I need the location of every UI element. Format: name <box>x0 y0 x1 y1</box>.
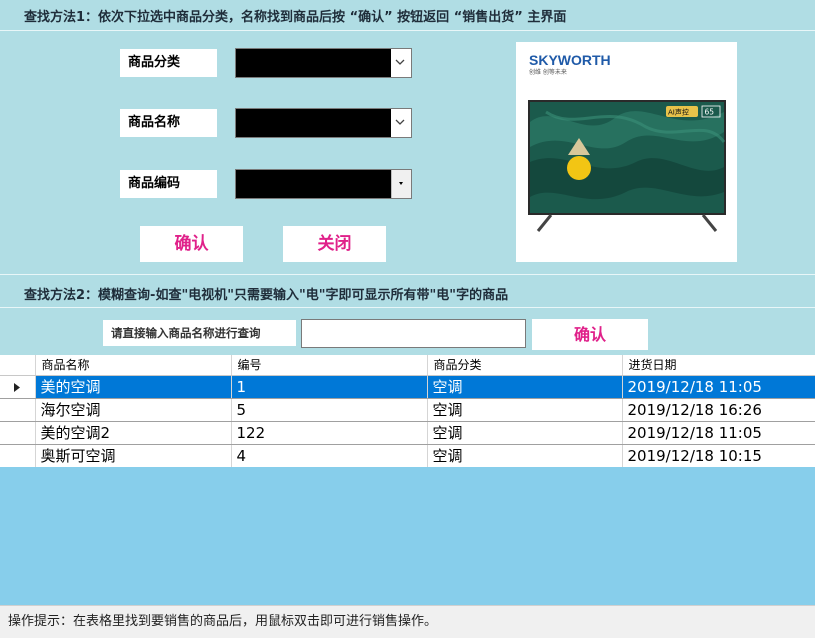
row-selector[interactable] <box>0 398 36 422</box>
cell-name[interactable]: 奥斯可空调 <box>35 444 232 468</box>
cell-name[interactable]: 美的空调2 <box>35 421 232 445</box>
search-method2-hint: 查找方法2：模糊查询-如查"电视机"只需要输入"电"字即可显示所有带"电"字的商… <box>24 288 509 303</box>
chevron-down-icon[interactable] <box>391 49 411 77</box>
table-row[interactable]: 奥斯可空调 4 空调 2019/12/18 10:15 <box>0 444 815 468</box>
cell-date[interactable]: 2019/12/18 11:05 <box>622 421 815 445</box>
cell-category[interactable]: 空调 <box>427 398 623 422</box>
cell-code[interactable]: 122 <box>231 421 428 445</box>
size-badge: 65 <box>705 108 715 117</box>
product-grid[interactable]: 商品名称 编号 商品分类 进货日期 美的空调 1 空调 2019/12/18 1… <box>0 355 815 468</box>
caret-down-icon[interactable] <box>391 170 411 198</box>
cell-code[interactable]: 1 <box>231 375 428 399</box>
column-header-code[interactable]: 编号 <box>231 355 428 376</box>
category-label: 商品分类 <box>120 49 217 77</box>
fuzzy-search-label: 请直接输入商品名称进行查询 <box>103 320 296 346</box>
column-header-category[interactable]: 商品分类 <box>427 355 623 376</box>
cell-name[interactable]: 美的空调 <box>35 375 232 399</box>
divider <box>0 307 815 308</box>
row-header-corner <box>0 355 36 376</box>
cell-category[interactable]: 空调 <box>427 375 623 399</box>
ai-badge-text: AI声控 <box>668 108 689 117</box>
row-selector[interactable] <box>0 421 36 445</box>
cell-category[interactable]: 空调 <box>427 421 623 445</box>
grid-header-row: 商品名称 编号 商品分类 进货日期 <box>0 355 815 376</box>
divider <box>0 30 815 31</box>
cell-date[interactable]: 2019/12/18 10:15 <box>622 444 815 468</box>
current-row-icon <box>14 382 21 392</box>
search-method1-hint: 查找方法1：依次下拉选中商品分类，名称找到商品后按 “确认” 按钮返回 “销售出… <box>24 10 567 25</box>
name-dropdown[interactable] <box>235 108 412 138</box>
brand-slogan: 创维 创等未来 <box>529 68 567 76</box>
code-dropdown[interactable] <box>235 169 412 199</box>
close-button[interactable]: 关闭 <box>283 226 386 262</box>
fuzzy-confirm-button[interactable]: 确认 <box>532 319 648 350</box>
table-row[interactable]: 美的空调 1 空调 2019/12/18 11:05 <box>0 375 815 399</box>
product-image: SKYWORTH 创维 创等未来 AI声控 65 <box>516 42 737 262</box>
name-label: 商品名称 <box>120 109 217 137</box>
cell-category[interactable]: 空调 <box>427 444 623 468</box>
fuzzy-search-input[interactable] <box>301 319 526 348</box>
cell-code[interactable]: 5 <box>231 398 428 422</box>
divider <box>0 274 815 275</box>
grid-empty-area <box>0 467 815 605</box>
category-dropdown[interactable] <box>235 48 412 78</box>
table-row[interactable]: 海尔空调 5 空调 2019/12/18 16:26 <box>0 398 815 422</box>
column-header-date[interactable]: 进货日期 <box>622 355 815 376</box>
code-label: 商品编码 <box>120 170 217 198</box>
row-selector[interactable] <box>0 444 36 468</box>
cell-name[interactable]: 海尔空调 <box>35 398 232 422</box>
status-bar: 操作提示：在表格里找到要销售的商品后，用鼠标双击即可进行销售操作。 <box>0 605 815 638</box>
row-selector[interactable] <box>0 375 36 399</box>
column-header-name[interactable]: 商品名称 <box>35 355 232 376</box>
brand-logo: SKYWORTH <box>529 52 611 68</box>
confirm-button[interactable]: 确认 <box>140 226 243 262</box>
chevron-down-icon[interactable] <box>391 109 411 137</box>
cell-code[interactable]: 4 <box>231 444 428 468</box>
table-row[interactable]: 美的空调2 122 空调 2019/12/18 11:05 <box>0 421 815 445</box>
cell-date[interactable]: 2019/12/18 16:26 <box>622 398 815 422</box>
cell-date[interactable]: 2019/12/18 11:05 <box>622 375 815 399</box>
